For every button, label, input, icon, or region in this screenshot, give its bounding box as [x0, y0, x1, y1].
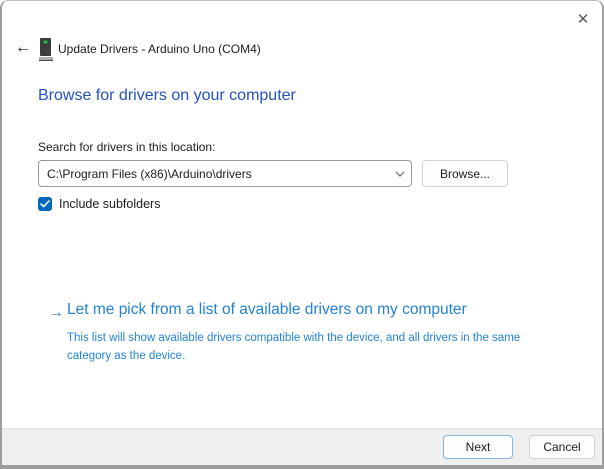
cancel-button[interactable]: Cancel	[529, 435, 595, 459]
close-icon: ✕	[577, 10, 590, 28]
dialog-title: Update Drivers - Arduino Uno (COM4)	[58, 42, 261, 56]
back-arrow-icon: ←	[15, 39, 31, 57]
device-green-light	[43, 40, 48, 44]
next-button[interactable]: Next	[443, 435, 513, 459]
browse-button[interactable]: Browse...	[422, 160, 508, 187]
let-me-pick-link[interactable]: Let me pick from a list of available dri…	[67, 301, 467, 319]
right-arrow-icon: →	[48, 304, 64, 322]
page-heading: Browse for drivers on your computer	[38, 87, 296, 105]
include-subfolders-checkbox[interactable]	[38, 197, 52, 211]
back-button[interactable]: ←	[10, 37, 36, 59]
chevron-down-icon[interactable]	[389, 171, 411, 177]
driver-location-combobox[interactable]	[38, 160, 412, 187]
include-subfolders-label: Include subfolders	[59, 197, 160, 211]
checkmark-icon	[40, 200, 50, 208]
include-subfolders-row[interactable]: Include subfolders	[38, 197, 160, 211]
close-button[interactable]: ✕	[568, 6, 598, 32]
let-me-pick-description: This list will show available drivers co…	[67, 330, 549, 366]
dialog-footer: Next Cancel	[2, 428, 602, 465]
device-driver-icon	[39, 38, 53, 61]
device-base-shape	[39, 57, 53, 61]
search-location-label: Search for drivers in this location:	[38, 140, 215, 154]
driver-location-input[interactable]	[39, 161, 389, 186]
update-drivers-dialog: ✕ ← Update Drivers - Arduino Uno (COM4) …	[0, 0, 604, 469]
